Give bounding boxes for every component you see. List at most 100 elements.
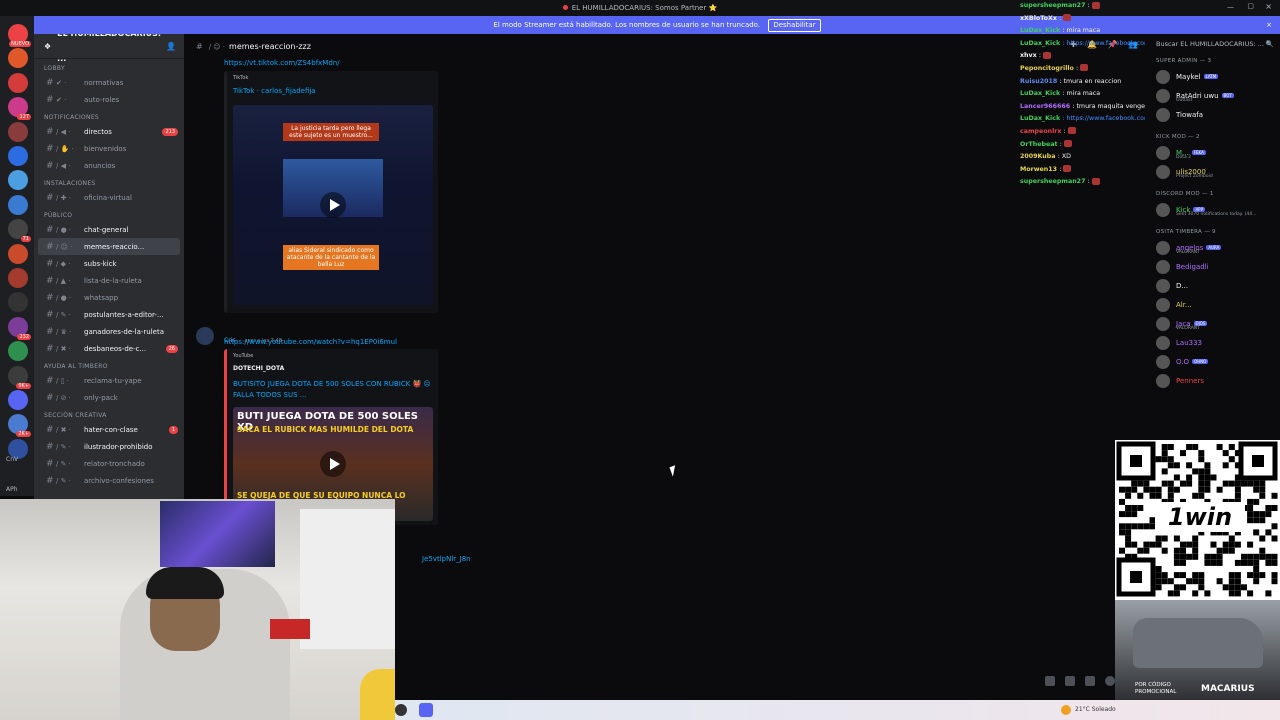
member-item[interactable]: D...: [1150, 276, 1280, 295]
server-header[interactable]: ❖ EL HUMILLADOCARIUS: ... 👤: [34, 34, 184, 63]
channel-item[interactable]: # / ✎ · ilustrador-prohibido: [34, 438, 184, 455]
play-icon[interactable]: [320, 451, 346, 477]
server-icon[interactable]: [8, 243, 28, 264]
member-item[interactable]: angelos AURA VALORANT: [1150, 238, 1280, 257]
server-icon[interactable]: [8, 121, 28, 142]
close-window-icon[interactable]: ×: [1265, 2, 1272, 11]
member-item[interactable]: Bedigadli: [1150, 257, 1280, 276]
channel-item[interactable]: # / ◆ · subs-kick: [34, 255, 184, 272]
minimize-icon[interactable]: —: [1227, 3, 1234, 11]
channel-category[interactable]: INSTALACIONES: [44, 180, 184, 187]
member-item[interactable]: ulis2000 Project Zomboid: [1150, 162, 1280, 181]
member-item[interactable]: Kick APP Sent 3070 notifications today. (4…: [1150, 200, 1280, 219]
chat-line: OrThebeat :: [1020, 139, 1145, 152]
channel-item[interactable]: # / ◀ · directos 213: [34, 123, 184, 140]
channel-emoji-icon: / ● ·: [56, 293, 72, 302]
member-search[interactable]: Buscar EL HUMILLADOCARIUS: ... 🔍: [1156, 40, 1274, 48]
add-member-icon[interactable]: 👤: [166, 34, 176, 59]
channel-item[interactable]: # / ● · whatsapp: [34, 289, 184, 306]
message-link[interactable]: Je5vtlpNlr_J8n: [422, 555, 471, 563]
member-item[interactable]: RatAdri uwu BOT Outlast: [1150, 86, 1280, 105]
server-icon[interactable]: 232: [8, 316, 31, 340]
server-icon[interactable]: [8, 292, 28, 313]
server-icon: ❖: [44, 41, 52, 51]
server-icon[interactable]: [8, 194, 28, 215]
os-taskbar: 21°C Soleado: [395, 700, 1280, 720]
channel-category[interactable]: NOTIFICACIONES: [44, 114, 184, 121]
server-icon[interactable]: 2K+: [8, 414, 31, 438]
channel-item[interactable]: # / ☺ · memes-reaccio...: [38, 238, 180, 255]
server-icon[interactable]: [8, 341, 28, 362]
avatar: [1156, 278, 1170, 293]
server-icon[interactable]: [8, 146, 28, 166]
member-activity: VALORANT: [1176, 326, 1200, 331]
server-icon[interactable]: 127: [8, 97, 31, 121]
chat-username: xXBloToXx: [1020, 14, 1060, 22]
channel-item[interactable]: # / ✖ · hater-con-clase 1: [34, 421, 184, 438]
channel-category[interactable]: AYUDA AL TIMBERO: [44, 363, 184, 370]
play-icon[interactable]: [320, 192, 346, 218]
channel-item[interactable]: # / ✎ · relator-tronchado: [34, 455, 184, 472]
banner-close-icon[interactable]: ×: [1266, 16, 1272, 34]
message-link[interactable]: https://www.youtube.com/watch?v=hq1EP0i6…: [224, 338, 397, 346]
server-icon[interactable]: NUEVO: [8, 24, 31, 47]
member-item[interactable]: Tiowafa: [1150, 105, 1280, 124]
channel-item[interactable]: # ✔ · auto-roles: [34, 91, 184, 108]
server-icon[interactable]: [8, 48, 28, 69]
member-item[interactable]: Lau333: [1150, 333, 1280, 352]
embed-title[interactable]: BUTISITO JUEGA DOTA DE 500 SOLES CON RUB…: [233, 379, 433, 401]
server-icon[interactable]: [8, 268, 28, 288]
avatar[interactable]: [196, 327, 214, 345]
channel-item[interactable]: # / ✚ · oficina-virtual: [34, 189, 184, 206]
member-item[interactable]: M... FEKA Dota 2: [1150, 143, 1280, 162]
server-badge: 232: [17, 333, 31, 340]
server-icon[interactable]: 9K+: [8, 365, 31, 389]
channel-item[interactable]: # / ✋ · bienvenidos: [34, 140, 184, 157]
gif-icon[interactable]: [1065, 676, 1075, 686]
channel-item[interactable]: # ✔ · normativas: [34, 74, 184, 91]
member-item[interactable]: Alr...: [1150, 295, 1280, 314]
sticker-icon[interactable]: [1085, 676, 1095, 686]
server-icon[interactable]: 71: [8, 219, 31, 243]
channel-item[interactable]: # / ✎ · archivo-confesiones: [34, 472, 184, 489]
embed-title[interactable]: TikTok · carlos_fijadefija: [233, 87, 316, 95]
channel-item[interactable]: # / ◀ · anuncios: [34, 157, 184, 174]
channel-category[interactable]: SECCIÓN CREATIVA: [44, 412, 184, 419]
maximize-icon[interactable]: ▢: [1247, 2, 1254, 10]
channel-item[interactable]: # / ● · chat-general: [34, 221, 184, 238]
chat-emote-icon: [1080, 64, 1089, 72]
server-label[interactable]: CnV: [6, 456, 18, 463]
server-icon[interactable]: [8, 170, 28, 191]
video-thumbnail[interactable]: La justicia tarda pero llega este sujeto…: [233, 105, 433, 305]
server-label[interactable]: APh: [6, 486, 18, 493]
emoji-icon[interactable]: [1105, 676, 1115, 686]
member-activity: Dota 2: [1176, 155, 1192, 160]
member-item[interactable]: Maykel LATM: [1150, 67, 1280, 86]
message-link[interactable]: https://vt.tiktok.com/ZS4bfxMdn/: [224, 59, 340, 67]
server-icon[interactable]: [8, 390, 28, 410]
gift-icon[interactable]: [1045, 676, 1055, 686]
chat-username: LuDax_Kick: [1020, 115, 1063, 123]
channel-item[interactable]: # / ▯ · reclama-tu-yape: [34, 372, 184, 389]
chat-emote-icon: [1063, 165, 1072, 173]
channel-item[interactable]: # / ✎ · postulantes-a-editor-...: [34, 306, 184, 323]
channel-item[interactable]: # / ▲ · lista-de-la-ruleta: [34, 272, 184, 289]
chat-text: :: [1076, 64, 1079, 72]
member-item[interactable]: Penners: [1150, 371, 1280, 390]
channel-item[interactable]: # / ⊘ · only-pack: [34, 389, 184, 406]
member-item[interactable]: O.O OHNO: [1150, 352, 1280, 371]
channel-item[interactable]: # / ✖ · desbaneos-de-c... 26: [34, 340, 184, 357]
taskbar-app-icon[interactable]: [395, 704, 407, 716]
member-item[interactable]: Jaca DIOS VALORANT: [1150, 314, 1280, 333]
disable-streamer-button[interactable]: Deshabilitar: [768, 19, 821, 32]
thumbnail-text-mid: SACA EL RUBICK MAS HUMILDE DEL DOTA: [237, 425, 414, 434]
weather-icon: [1061, 705, 1071, 715]
discord-taskbar-icon[interactable]: [419, 703, 433, 717]
channel-item[interactable]: # / ♛ · ganadores-de-la-ruleta: [34, 323, 184, 340]
member-activity: VALORANT: [1176, 250, 1200, 255]
embed-author[interactable]: DOTECHI_DOTA: [233, 365, 284, 372]
promo-code-label: POR CÓDIGO PROMOCIONAL: [1135, 682, 1177, 695]
channel-label: lista-de-la-ruleta: [84, 276, 142, 285]
server-icon[interactable]: [8, 72, 28, 93]
channel-category[interactable]: PÚBLICO: [44, 212, 184, 219]
